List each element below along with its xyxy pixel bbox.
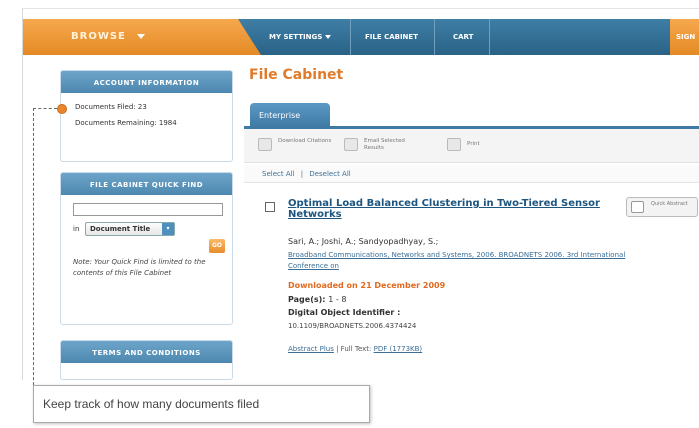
- quick-find-note: Note: Your Quick Find is limited to the …: [73, 258, 206, 277]
- terms-heading[interactable]: TERMS AND CONDITIONS: [61, 341, 232, 363]
- abstract-plus-link[interactable]: Abstract Plus: [288, 345, 334, 353]
- my-settings-menu[interactable]: MY SETTINGS: [259, 19, 351, 55]
- file-cabinet-label: FILE CABINET: [365, 33, 418, 41]
- separator: |: [300, 170, 304, 178]
- email-icon: [344, 138, 358, 151]
- annotation-callout: Keep track of how many documents filed: [33, 385, 370, 423]
- result-checkbox[interactable]: [265, 202, 275, 212]
- cart-label: CART: [453, 33, 474, 41]
- tab-enterprise[interactable]: Enterprise: [250, 103, 330, 127]
- search-field-select[interactable]: Document Title ▾: [85, 222, 175, 236]
- print-icon: [447, 138, 461, 151]
- pdf-link[interactable]: PDF (1773KB): [374, 345, 423, 353]
- search-field-select-value: Document Title: [90, 225, 151, 233]
- browse-menu[interactable]: BROWSE: [23, 19, 261, 55]
- downloaded-date: Downloaded on 21 December 2009: [288, 281, 446, 290]
- doi-value: 10.1109/BROADNETS.2006.4374424: [288, 322, 417, 330]
- pages-value: 1 - 8: [328, 295, 347, 304]
- result-title-link[interactable]: Optimal Load Balanced Clustering in Two-…: [288, 198, 608, 220]
- cart-link[interactable]: CART: [435, 19, 490, 55]
- publication-link[interactable]: Broadband Communications, Networks and S…: [288, 250, 628, 272]
- sign-in-label: SIGN: [676, 33, 696, 41]
- my-settings-label: MY SETTINGS: [269, 33, 323, 41]
- sign-in-link[interactable]: SIGN: [670, 19, 699, 55]
- browse-label: BROWSE: [71, 31, 126, 42]
- deselect-all-link[interactable]: Deselect All: [309, 170, 350, 178]
- quick-abstract-label: Quick Abstract: [651, 201, 688, 207]
- quick-find-box: FILE CABINET QUICK FIND in Document Titl…: [60, 172, 233, 325]
- chevron-down-icon: [137, 34, 145, 39]
- quick-find-search-input[interactable]: [73, 203, 223, 216]
- pages-label: Page(s):: [288, 295, 326, 304]
- documents-remaining-count: Documents Remaining: 1984: [75, 119, 177, 127]
- chevron-down-icon: [325, 35, 332, 39]
- documents-filed-count: Documents Filed: 23: [75, 103, 147, 111]
- magnifier-icon: [631, 201, 644, 213]
- result-pages: Page(s): 1 - 8: [288, 295, 346, 304]
- selection-bar: Select All | Deselect All: [244, 165, 699, 183]
- go-button[interactable]: GO: [209, 239, 225, 253]
- result-authors: Sari, A.; Joshi, A.; Sandyopadhyay, S.;: [288, 237, 439, 246]
- account-information-box: ACCOUNT INFORMATION Documents Filed: 23 …: [60, 70, 233, 162]
- full-text-label: | Full Text:: [336, 345, 372, 353]
- email-selected-label: Email Selected Results: [364, 138, 405, 151]
- result-links: Abstract Plus | Full Text: PDF (1773KB): [288, 345, 422, 353]
- terms-box: TERMS AND CONDITIONS: [60, 340, 233, 380]
- dropdown-arrow-icon: ▾: [162, 223, 174, 235]
- select-all-link[interactable]: Select All: [262, 170, 295, 178]
- account-information-heading: ACCOUNT INFORMATION: [61, 71, 232, 93]
- top-nav-bar: BROWSE MY SETTINGS FILE CABINET CART SIG…: [23, 19, 699, 55]
- quick-find-heading: FILE CABINET QUICK FIND: [61, 173, 232, 195]
- file-cabinet-link[interactable]: FILE CABINET: [351, 19, 435, 55]
- doi-label: Digital Object Identifier :: [288, 308, 401, 317]
- quick-abstract-button[interactable]: Quick Abstract: [626, 197, 698, 217]
- print-label: Print: [467, 141, 480, 147]
- annotation-leader-horizontal: [33, 108, 57, 109]
- download-icon: [258, 138, 272, 151]
- annotation-text: Keep track of how many documents filed: [43, 397, 260, 411]
- page-title: File Cabinet: [249, 67, 344, 83]
- result-toolbar: Download Citations Email Selected Result…: [244, 129, 699, 163]
- in-label: in: [73, 225, 80, 233]
- download-citations-label: Download Citations: [278, 138, 332, 144]
- annotation-leader-vertical: [33, 108, 34, 410]
- annotation-marker-dot: [57, 104, 67, 114]
